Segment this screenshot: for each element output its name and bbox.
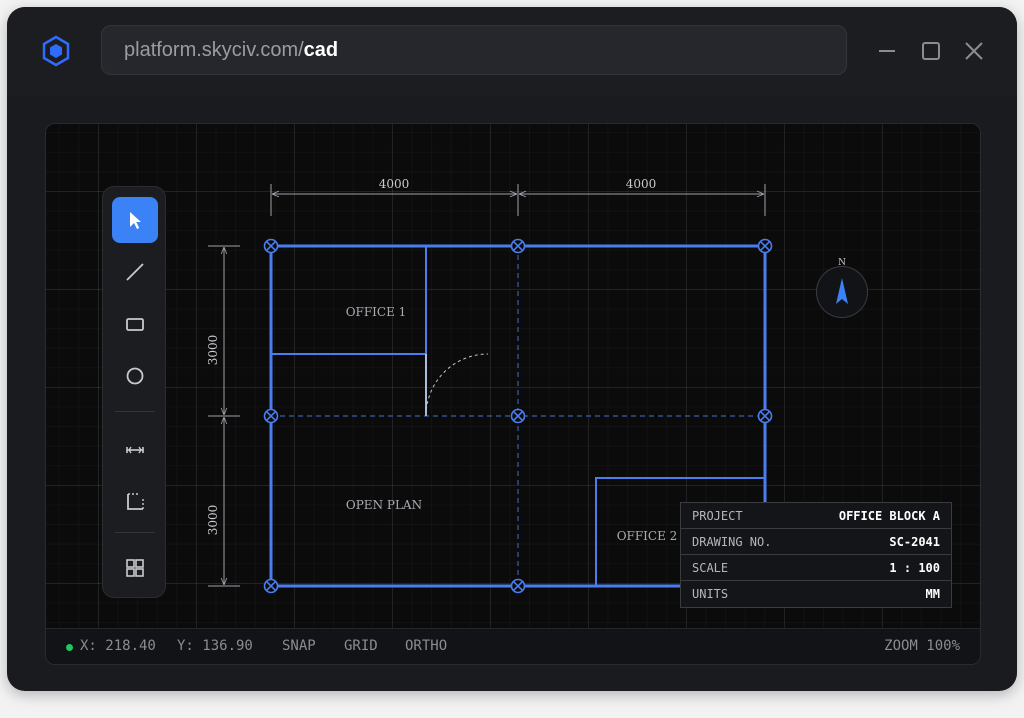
- tool-divider: [115, 411, 155, 412]
- compass-north-label: N: [838, 258, 846, 268]
- rectangle-icon: [126, 318, 144, 331]
- title-block-key: DRAWING NO.: [692, 534, 772, 549]
- address-bar[interactable]: platform.skyciv.com/cad: [101, 25, 847, 75]
- dimension-label: 4000: [379, 177, 410, 191]
- title-block-row: PROJECT OFFICE BLOCK A: [681, 503, 951, 529]
- dimension-icon: [126, 446, 144, 454]
- rectangle-tool-button[interactable]: [112, 301, 158, 347]
- select-tool-button[interactable]: [112, 197, 158, 243]
- circle-tool-button[interactable]: [112, 353, 158, 399]
- dimension-label: 4000: [626, 177, 657, 191]
- tool-divider: [115, 532, 155, 533]
- room-label-open-plan: OPEN PLAN: [346, 498, 422, 512]
- title-block-row: DRAWING NO. SC-2041: [681, 529, 951, 555]
- room-label-office2: OFFICE 2: [617, 529, 678, 543]
- title-block-key: UNITS: [692, 587, 729, 601]
- room-label-office1: OFFICE 1: [346, 305, 407, 319]
- north-compass: [816, 266, 868, 318]
- zoom-level[interactable]: ZOOM 100%: [884, 638, 960, 654]
- url-path: cad: [303, 38, 339, 61]
- dimension-tool-button[interactable]: [112, 427, 158, 473]
- cursor-y-readout: Y: 136.90: [177, 638, 253, 654]
- status-indicator: [66, 644, 73, 651]
- line-icon: [126, 263, 144, 281]
- grid-icon: [126, 559, 144, 577]
- corner-tool-button[interactable]: [112, 479, 158, 525]
- title-block-row: UNITS MM: [681, 581, 951, 607]
- status-bar: X: 218.40 Y: 136.90 SNAP GRID ORTHO ZOOM…: [46, 628, 980, 664]
- snap-toggle[interactable]: SNAP: [282, 638, 316, 654]
- dimension-top: [270, 184, 766, 216]
- maximize-icon[interactable]: [919, 39, 943, 63]
- title-block-key: SCALE: [692, 560, 729, 575]
- title-bar: platform.skyciv.com/cad: [7, 7, 1017, 95]
- app-window: platform.skyciv.com/cad 4000 4000 3000 3…: [7, 7, 1017, 691]
- title-block-row: SCALE 1 : 100: [681, 555, 951, 581]
- circle-icon: [126, 367, 144, 385]
- title-block-value: OFFICE BLOCK A: [838, 508, 940, 523]
- title-block-value: MM: [925, 587, 940, 601]
- dimension-label: 3000: [206, 335, 220, 366]
- dimension-label: 3000: [206, 505, 220, 536]
- skyciv-logo-icon: [42, 35, 70, 67]
- drawing-title-block: PROJECT OFFICE BLOCK A DRAWING NO. SC-20…: [680, 502, 952, 608]
- line-tool-button[interactable]: [112, 249, 158, 295]
- cursor-arrow-icon: [130, 212, 141, 229]
- minimize-icon[interactable]: [875, 39, 899, 63]
- ortho-toggle[interactable]: ORTHO: [405, 638, 447, 654]
- grid-toggle[interactable]: GRID: [344, 638, 378, 654]
- title-block-value: 1 : 100: [889, 560, 940, 575]
- title-block-value: SC-2041: [889, 534, 940, 549]
- door-swing: [425, 353, 489, 417]
- corner-icon: [127, 493, 144, 510]
- tool-palette: [102, 186, 166, 598]
- cursor-x-readout: X: 218.40: [80, 638, 156, 654]
- north-arrow-icon: [835, 277, 848, 304]
- cad-workspace: 4000 4000 3000 3000 OFFICE 1 OPEN PLAN O…: [45, 123, 981, 665]
- url-host: platform.skyciv.com/: [124, 38, 304, 61]
- grid-view-button[interactable]: [112, 545, 158, 591]
- close-icon[interactable]: [962, 39, 986, 63]
- title-block-key: PROJECT: [692, 508, 743, 523]
